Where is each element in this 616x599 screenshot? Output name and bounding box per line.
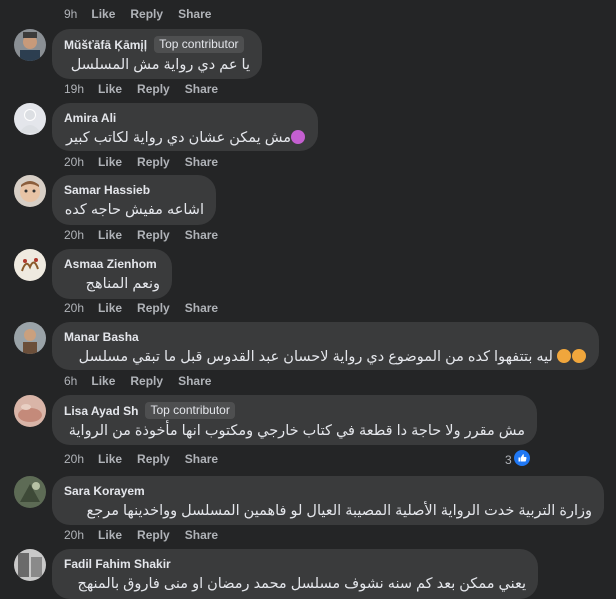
- like-reaction-icon: [513, 450, 530, 469]
- comment-text-content: ليه بتتفهوا كده من الموضوع دي رواية لاحس…: [78, 349, 553, 365]
- reply-button[interactable]: Reply: [137, 528, 170, 542]
- top-contributor-badge: Top contributor: [145, 402, 235, 419]
- comment-time[interactable]: 20h: [64, 528, 84, 542]
- comment-bubble: Mŭšťāfā Ķāmįļ Top contributor يا عم دي رو…: [52, 29, 262, 79]
- comment-time[interactable]: 6h: [64, 374, 77, 388]
- comment-time[interactable]: 19h: [64, 82, 84, 96]
- like-button[interactable]: Like: [98, 155, 122, 169]
- comment-text: اشاعه مفيش حاجه كده: [64, 202, 204, 218]
- comment-bubble: Fadil Fahim Shakir يعني ممكن بعد كم سنه …: [52, 549, 538, 599]
- avatar[interactable]: [14, 476, 46, 508]
- comment-author[interactable]: Lisa Ayad Sh: [64, 403, 138, 419]
- like-button[interactable]: Like: [91, 374, 115, 388]
- emoji-icon: [572, 349, 586, 363]
- reaction-summary[interactable]: 3: [505, 450, 530, 469]
- comment-author[interactable]: Mŭšťāfā Ķāmįļ: [64, 37, 147, 53]
- previous-comment-actions: 9h Like Reply Share: [64, 7, 226, 21]
- comment-time[interactable]: 20h: [64, 228, 84, 242]
- comment-bubble: Manar Basha ليه بتتفهوا كده من الموضوع د…: [52, 322, 599, 370]
- avatar[interactable]: [14, 29, 46, 61]
- like-button[interactable]: Like: [98, 82, 122, 96]
- comment-bubble: Lisa Ayad Sh Top contributor مش مقرر ولا …: [52, 395, 537, 445]
- comment-time[interactable]: 20h: [64, 155, 84, 169]
- like-button[interactable]: Like: [91, 7, 115, 21]
- comment-time[interactable]: 20h: [64, 301, 84, 315]
- comment-author[interactable]: Manar Basha: [64, 329, 139, 345]
- share-button[interactable]: Share: [178, 374, 211, 388]
- comment-actions: 20h Like Reply Share: [64, 301, 233, 315]
- comment-text: وزارة التربية خدت الرواية الأصلية المصيب…: [86, 503, 592, 519]
- comment-actions: 20h Like Reply Share: [64, 155, 233, 169]
- comment-time[interactable]: 20h: [64, 452, 84, 466]
- comment-actions: 20h Like Reply Share: [64, 228, 233, 242]
- comment-text: ونعم المناهج: [85, 276, 160, 292]
- comment-actions: 19h Like Reply Share: [64, 82, 233, 96]
- comment-actions: 6h Like Reply Share: [64, 374, 226, 388]
- reply-button[interactable]: Reply: [130, 374, 163, 388]
- comment-author[interactable]: Asmaa Zienhom: [64, 256, 157, 272]
- reply-button[interactable]: Reply: [137, 82, 170, 96]
- reaction-count: 3: [505, 452, 512, 467]
- reply-button[interactable]: Reply: [137, 228, 170, 242]
- comment-text: يا عم دي رواية مش المسلسل: [70, 57, 250, 73]
- avatar[interactable]: [14, 322, 46, 354]
- share-button[interactable]: Share: [185, 155, 218, 169]
- share-button[interactable]: Share: [185, 528, 218, 542]
- share-button[interactable]: Share: [185, 452, 218, 466]
- comment-time[interactable]: 9h: [64, 7, 77, 21]
- like-button[interactable]: Like: [98, 528, 122, 542]
- comment-actions: 20h Like Reply Share: [64, 528, 233, 542]
- avatar[interactable]: [14, 249, 46, 281]
- comment-bubble: Amira Ali مش يمكن عشان دي رواية لكاتب كب…: [52, 103, 318, 151]
- share-button[interactable]: Share: [185, 82, 218, 96]
- share-button[interactable]: Share: [185, 228, 218, 242]
- emoji-icon: [291, 130, 305, 144]
- comment-text: ليه بتتفهوا كده من الموضوع دي رواية لاحس…: [64, 348, 587, 367]
- like-button[interactable]: Like: [98, 228, 122, 242]
- like-button[interactable]: Like: [98, 452, 122, 466]
- comment-actions: 20h Like Reply Share: [64, 452, 233, 466]
- comment-author[interactable]: Amira Ali: [64, 110, 116, 126]
- comment-text: مش يمكن عشان دي رواية لكاتب كبير: [64, 129, 306, 148]
- avatar[interactable]: [14, 395, 46, 427]
- share-button[interactable]: Share: [185, 301, 218, 315]
- comment-bubble: Samar Hassieb اشاعه مفيش حاجه كده: [52, 175, 216, 225]
- reply-button[interactable]: Reply: [130, 7, 163, 21]
- comment-author[interactable]: Sara Korayem: [64, 483, 145, 499]
- comment-text: يعني ممكن بعد كم سنه نشوف مسلسل محمد رمض…: [77, 576, 526, 592]
- comment-text: مش مقرر ولا حاجة دا قطعة في كتاب خارجي و…: [68, 423, 525, 439]
- comment-author[interactable]: Samar Hassieb: [64, 182, 150, 198]
- emoji-icon: [557, 349, 571, 363]
- comment-bubble: Asmaa Zienhom ونعم المناهج: [52, 249, 172, 299]
- avatar[interactable]: [14, 175, 46, 207]
- like-button[interactable]: Like: [98, 301, 122, 315]
- comment-author[interactable]: Fadil Fahim Shakir: [64, 556, 171, 572]
- reply-button[interactable]: Reply: [137, 452, 170, 466]
- comment-bubble: Sara Korayem وزارة التربية خدت الرواية ا…: [52, 476, 604, 525]
- avatar[interactable]: [14, 103, 46, 135]
- reply-button[interactable]: Reply: [137, 155, 170, 169]
- reply-button[interactable]: Reply: [137, 301, 170, 315]
- avatar[interactable]: [14, 549, 46, 581]
- top-contributor-badge: Top contributor: [154, 36, 244, 53]
- comment-text-content: مش يمكن عشان دي رواية لكاتب كبير: [66, 130, 291, 146]
- share-button[interactable]: Share: [178, 7, 211, 21]
